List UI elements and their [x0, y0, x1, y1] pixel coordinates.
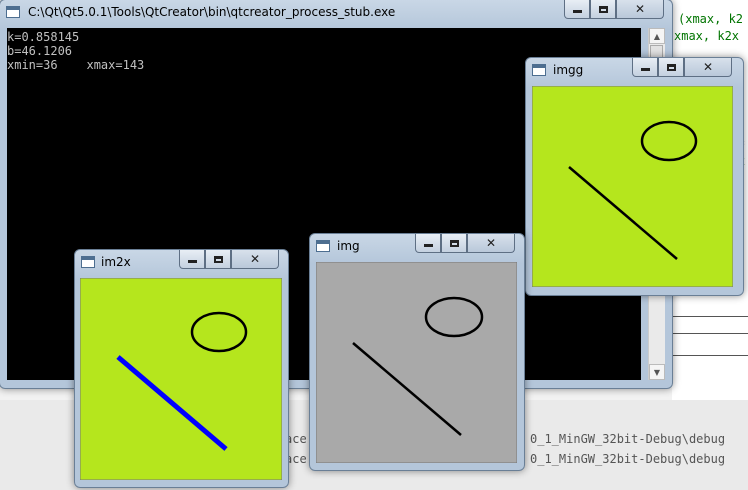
imgg-titlebar[interactable]: imgg ✕ [526, 58, 743, 84]
minimize-button[interactable] [415, 234, 441, 253]
scroll-up-arrow-icon[interactable]: ▲ [649, 28, 665, 44]
imgg-image [532, 86, 733, 287]
minimize-button[interactable] [632, 58, 658, 77]
imgg-title: imgg [553, 63, 584, 77]
close-icon: ✕ [249, 252, 261, 266]
console-line: xmin=36 xmax=143 [7, 58, 145, 72]
maximize-button[interactable] [590, 0, 616, 19]
im2x-image [80, 278, 282, 480]
console-line: k=0.858145 [7, 30, 80, 44]
img-image [316, 262, 517, 463]
minimize-icon [187, 260, 197, 263]
close-icon: ✕ [634, 2, 646, 16]
maximize-icon [598, 5, 608, 13]
minimize-icon [640, 68, 650, 71]
imgg-window[interactable]: imgg ✕ [525, 57, 744, 296]
code-line: (xmax, k2 [678, 12, 744, 26]
divider [672, 333, 748, 334]
maximize-icon [666, 63, 676, 71]
divider [672, 355, 748, 356]
im2x-app-icon [81, 256, 95, 268]
close-icon: ✕ [485, 236, 497, 250]
minimize-icon [423, 244, 433, 247]
im2x-window[interactable]: im2x ✕ [74, 249, 289, 488]
im2x-title: im2x [101, 255, 131, 269]
maximize-button[interactable] [658, 58, 684, 77]
output-line: 0_1_MinGW_32bit-Debug\debug [530, 452, 726, 466]
code-line: xmax, k2x [674, 29, 740, 43]
minimize-icon [572, 10, 582, 13]
maximize-icon [213, 255, 223, 263]
console-titlebar[interactable]: C:\Qt\Qt5.0.1\Tools\QtCreator\bin\qtcrea… [0, 0, 672, 26]
img-app-icon [316, 240, 330, 252]
console-line: b=46.1206 [7, 44, 73, 58]
close-button[interactable]: ✕ [467, 234, 515, 253]
close-button[interactable]: ✕ [231, 250, 279, 269]
im2x-titlebar[interactable]: im2x ✕ [75, 250, 288, 276]
close-button[interactable]: ✕ [616, 0, 664, 19]
img-title: img [337, 239, 360, 253]
output-line: 0_1_MinGW_32bit-Debug\debug [530, 432, 726, 446]
maximize-button[interactable] [441, 234, 467, 253]
img-window[interactable]: img ✕ [309, 233, 525, 471]
img-titlebar[interactable]: img ✕ [310, 234, 524, 260]
console-title: C:\Qt\Qt5.0.1\Tools\QtCreator\bin\qtcrea… [28, 5, 396, 19]
close-button[interactable]: ✕ [684, 58, 732, 77]
maximize-icon [449, 239, 459, 247]
minimize-button[interactable] [564, 0, 590, 19]
maximize-button[interactable] [205, 250, 231, 269]
scroll-down-arrow-icon[interactable]: ▼ [649, 364, 665, 380]
imgg-app-icon [532, 64, 546, 76]
minimize-button[interactable] [179, 250, 205, 269]
close-icon: ✕ [702, 60, 714, 74]
divider [672, 316, 748, 317]
console-app-icon [6, 6, 20, 18]
